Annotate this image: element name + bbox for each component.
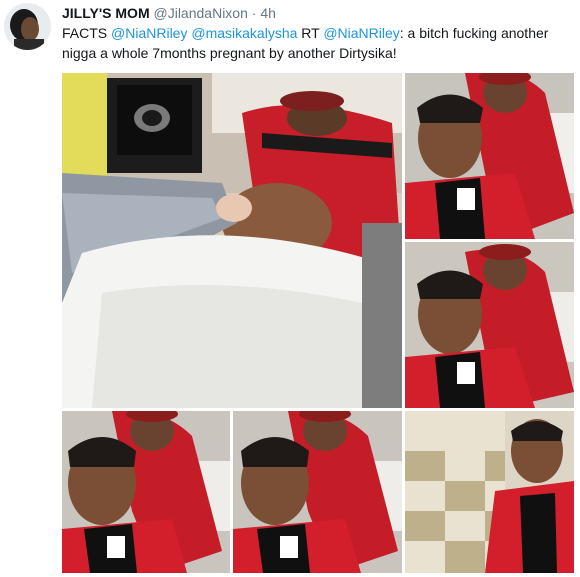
selfie-5-image [405,411,574,573]
selfie-3-image [62,411,230,573]
media-collage[interactable] [62,73,574,573]
selfie-4-image [233,411,402,573]
timestamp[interactable]: 4h [260,5,276,21]
text-part: RT [297,25,324,41]
selfie-2-image [405,242,574,408]
selfie-1[interactable] [405,73,574,239]
avatar-image [4,3,51,50]
mention-link[interactable]: @NiaNRiley [111,25,187,41]
selfie-2[interactable] [405,242,574,408]
text-part: FACTS [62,25,112,41]
separator-dot: · [251,5,257,21]
user-handle[interactable]: @JilandaNixon [154,5,248,21]
mention-link[interactable]: @masikakalysha [191,25,297,41]
display-name[interactable]: JILLY'S MOM [62,5,150,21]
selfie-5[interactable] [405,411,574,573]
tweet-text: FACTS @NiaNRiley @masikakalysha RT @NiaN… [62,23,572,63]
selfie-4[interactable] [233,411,402,573]
tweet-header: JILLY'S MOM @JilandaNixon · 4h [62,4,276,22]
ultrasound-photo[interactable] [62,73,402,408]
selfie-1-image [405,73,574,239]
mention-link[interactable]: @NiaNRiley [323,25,399,41]
avatar[interactable] [4,3,51,50]
ultrasound-photo-image [62,73,402,408]
selfie-3[interactable] [62,411,230,573]
